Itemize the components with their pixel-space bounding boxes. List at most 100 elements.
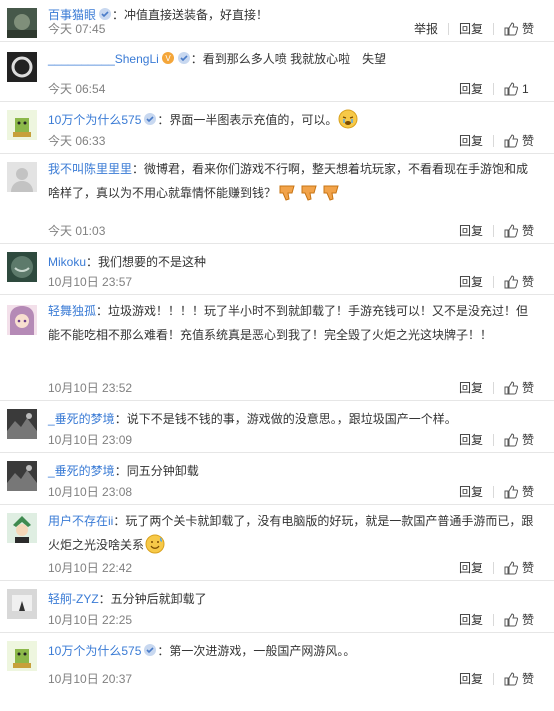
thumbs-up-icon [504,613,518,627]
comment-text: ：我们想要的不是这种 [86,255,207,269]
divider [493,276,494,288]
username-link[interactable]: 轻舸-ZYZ [48,592,99,606]
avatar[interactable] [7,641,37,671]
comment-text: ：看到那么多人喷 我就放心啦 失望 [190,52,387,66]
avatar[interactable] [7,52,37,82]
comment-time: 今天 01:03 [48,224,106,238]
avatar[interactable] [7,162,37,192]
divider [493,23,494,35]
comment-item: 10万个为什么575 ：界面一半图表示充值的，可以。 今天 06:33 回复 赞 [0,102,554,154]
like-label: 赞 [522,134,535,148]
username-link[interactable]: 用户不存在ii [48,514,113,528]
like-label: 赞 [522,275,535,289]
comment-item: 我不叫陈里里里：微博君，看来你们游戏不行啊，整天想着坑玩家，不看看现在手游饱和成… [0,154,554,244]
comment-time: 今天 06:33 [48,134,106,148]
like-button[interactable]: 赞 [504,612,542,628]
like-label: 赞 [522,224,535,238]
username-link[interactable]: Mikoku [48,255,86,269]
avatar[interactable] [7,461,37,491]
comment-item: 轻舸-ZYZ：五分钟后就卸载了 10月10日 22:25 回复 赞 [0,581,554,633]
like-label: 赞 [522,672,535,686]
svg-text:V: V [165,54,171,63]
username-link[interactable]: 10万个为什么575 [48,113,141,127]
avatar[interactable] [7,513,37,543]
comment-time: 10月10日 22:42 [48,561,133,575]
sweat-smile-icon [145,534,165,554]
thumbs-up-icon [504,485,518,499]
username-link[interactable]: 轻舞独孤 [48,304,96,318]
reply-link[interactable]: 回复 [459,484,483,500]
reply-link[interactable]: 回复 [459,223,483,239]
comment-item: 用户不存在ii：玩了两个关卡就卸载了，没有电脑版的好玩，就是一款国产普通手游而已… [0,505,554,581]
comment-time: 10月10日 23:52 [48,381,133,395]
comment-item: 轻舞独孤：垃圾游戏！！！！玩了半小时不到就卸载了！手游充钱可以！又不是没充过！但… [0,295,554,401]
comment-time: 10月10日 23:09 [48,433,133,447]
comment-text: ：界面一半图表示充值的，可以。 [157,113,338,127]
reply-link[interactable]: 回复 [459,81,483,97]
report-link[interactable]: 举报 [414,21,438,37]
username-link[interactable]: 我不叫陈里里里 [48,162,132,176]
like-button[interactable]: 赞 [504,484,542,500]
comment-text: ：垃圾游戏！！！！玩了半小时不到就卸载了！手游充钱可以！又不是没充过！但能不能吃… [48,304,529,342]
divider [493,614,494,626]
thumbs-up-icon [504,433,518,447]
comment-time: 10月10日 23:08 [48,485,133,499]
reply-link[interactable]: 回复 [459,21,483,37]
thumbs-up-icon [504,134,518,148]
divider [493,434,494,446]
thumbs-up-icon [504,224,518,238]
like-count: 1 [522,82,529,96]
reply-link[interactable]: 回复 [459,612,483,628]
username-link[interactable]: __________ShengLi [48,52,159,66]
divider [493,135,494,147]
reply-link[interactable]: 回复 [459,560,483,576]
comment-text: ：说下不是钱不钱的事，游戏做的没意思。，跟垃圾国产一个样。 [114,412,457,426]
avatar[interactable] [7,252,37,282]
like-label: 赞 [522,381,535,395]
divider [493,486,494,498]
divider [493,562,494,574]
avatar[interactable] [7,8,37,38]
thumbs-up-icon [504,672,518,686]
like-button[interactable]: 1 [504,81,542,97]
divider [493,83,494,95]
comment-time: 10月10日 22:25 [48,613,133,627]
verified-icon [144,113,157,125]
reply-link[interactable]: 回复 [459,274,483,290]
verified-icon [144,644,157,656]
username-link[interactable]: 10万个为什么575 [48,644,141,658]
username-link[interactable]: 百事猫眼 [48,8,96,22]
divider [493,382,494,394]
like-button[interactable]: 赞 [504,671,542,687]
like-button[interactable]: 赞 [504,560,542,576]
comment-item: 百事猫眼 ：冲值直接送装备，好直接！ 今天 07:45 举报 回复 赞 [0,0,554,42]
like-button[interactable]: 赞 [504,21,542,37]
avatar[interactable] [7,409,37,439]
thumbs-down-emoji-icon [323,185,339,201]
comment-feed: 百事猫眼 ：冲值直接送装备，好直接！ 今天 07:45 举报 回复 赞 _____… [0,0,554,711]
avatar[interactable] [7,589,37,619]
comment-text: ：同五分钟卸载 [114,464,199,478]
avatar[interactable] [7,305,37,335]
comment-time: 今天 06:54 [48,82,106,96]
like-label: 赞 [522,433,535,447]
thumbs-up-icon [504,381,518,395]
like-button[interactable]: 赞 [504,432,542,448]
like-label: 赞 [522,22,535,36]
thumbs-up-icon [504,561,518,575]
reply-link[interactable]: 回复 [459,671,483,687]
reply-link[interactable]: 回复 [459,133,483,149]
divider [493,225,494,237]
comment-item: Mikoku：我们想要的不是这种 10月10日 23:57 回复 赞 [0,244,554,295]
like-label: 赞 [522,613,535,627]
reply-link[interactable]: 回复 [459,380,483,396]
like-button[interactable]: 赞 [504,223,542,239]
avatar[interactable] [7,110,37,140]
username-link[interactable]: _垂死的梦境 [48,464,115,478]
crying-face-icon [338,109,358,129]
like-button[interactable]: 赞 [504,133,542,149]
like-button[interactable]: 赞 [504,380,542,396]
reply-link[interactable]: 回复 [459,432,483,448]
like-button[interactable]: 赞 [504,274,542,290]
username-link[interactable]: _垂死的梦境 [48,412,115,426]
